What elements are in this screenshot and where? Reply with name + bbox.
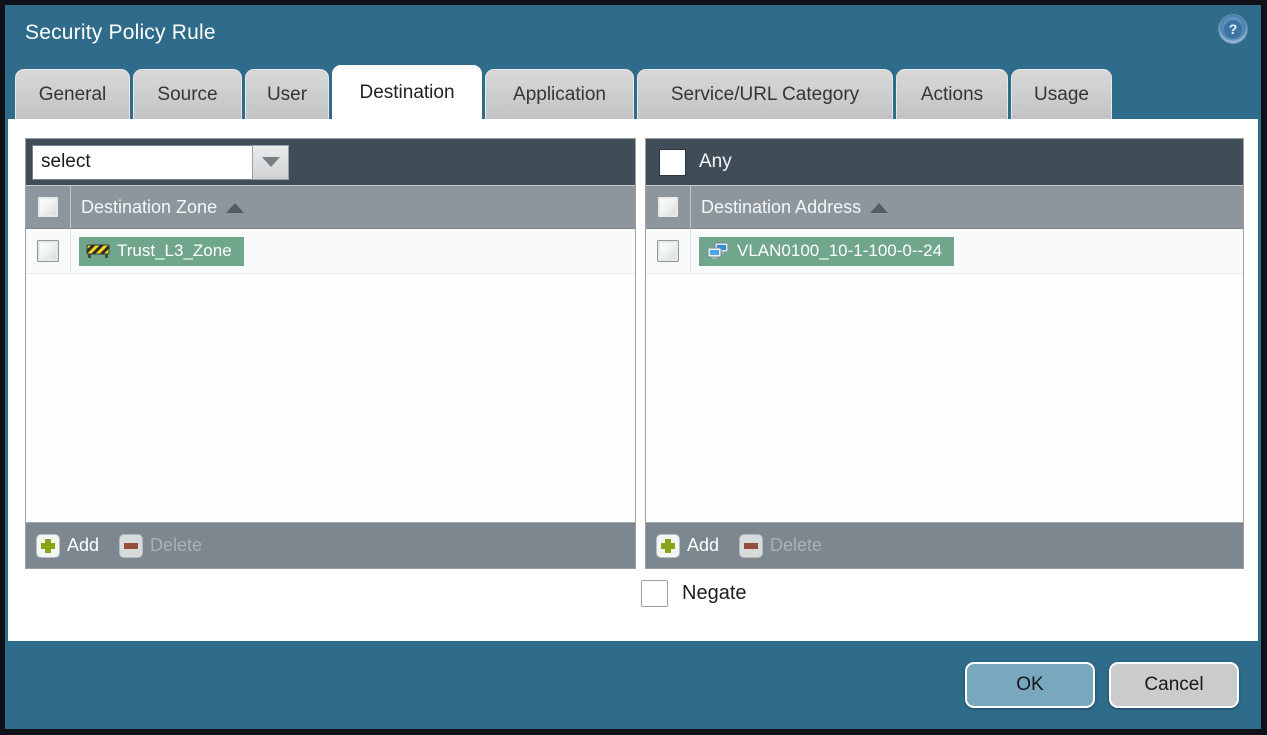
tab-source[interactable]: Source: [133, 69, 242, 119]
address-icon: [706, 242, 730, 260]
add-address-button[interactable]: Add: [656, 533, 719, 558]
zone-item-label: Trust_L3_Zone: [117, 240, 232, 260]
tab-general[interactable]: General: [15, 69, 130, 119]
table-row: VLAN0100_10-1-100-0--24: [646, 229, 1243, 274]
address-column-header: Destination Address: [646, 185, 1243, 229]
table-row: Trust_L3_Zone: [26, 229, 635, 274]
delete-address-button[interactable]: Delete: [739, 533, 822, 558]
destination-address-panel: Any Destination Address VLAN0100_10-1-10…: [645, 138, 1244, 569]
page-title: Security Policy Rule: [25, 21, 216, 44]
any-address-checkbox[interactable]: [659, 148, 686, 176]
help-icon[interactable]: ?: [1219, 15, 1247, 43]
zone-item-link[interactable]: Trust_L3_Zone: [79, 236, 244, 266]
zone-filter-dropdown-button[interactable]: [252, 144, 289, 180]
zone-filter-input[interactable]: [32, 144, 253, 180]
address-item-link[interactable]: VLAN0100_10-1-100-0--24: [699, 236, 955, 266]
zone-column-header: Destination Zone: [26, 185, 635, 229]
zone-list: Trust_L3_Zone: [26, 229, 635, 522]
minus-icon: [739, 533, 764, 558]
destination-zone-panel: Destination Zone: [25, 138, 636, 569]
cancel-button[interactable]: Cancel: [1109, 662, 1239, 708]
select-all-zones-checkbox[interactable]: [37, 196, 59, 218]
add-zone-button[interactable]: Add: [36, 533, 99, 558]
zone-toolbar: Add Delete: [26, 522, 635, 568]
address-list: VLAN0100_10-1-100-0--24: [646, 229, 1243, 522]
sort-ascending-icon[interactable]: [870, 203, 889, 213]
tab-actions[interactable]: Actions: [896, 69, 1008, 119]
zone-column-title: Destination Zone: [81, 196, 218, 217]
any-label: Any: [699, 151, 732, 172]
tab-destination[interactable]: Destination: [332, 65, 482, 119]
tab-application[interactable]: Application: [485, 69, 634, 119]
minus-icon: [119, 533, 144, 558]
negate-checkbox[interactable]: [641, 580, 668, 607]
destination-tab-content: Destination Zone: [8, 119, 1258, 641]
dialog-footer: OK Cancel: [5, 636, 1261, 729]
address-toolbar: Add Delete: [646, 522, 1243, 568]
plus-icon: [656, 533, 680, 558]
plus-icon: [36, 533, 60, 558]
delete-zone-button[interactable]: Delete: [119, 533, 202, 558]
tab-user[interactable]: User: [245, 69, 329, 119]
ok-button[interactable]: OK: [965, 662, 1095, 708]
zone-filter-combo: [32, 144, 289, 180]
tab-service-url-category[interactable]: Service/URL Category: [637, 69, 893, 119]
sort-ascending-icon[interactable]: [226, 203, 245, 213]
select-all-addresses-checkbox[interactable]: [657, 196, 679, 218]
negate-row: Negate: [641, 580, 747, 607]
chevron-down-icon: [261, 157, 280, 167]
security-policy-rule-dialog: Security Policy Rule ? General Source Us…: [5, 5, 1261, 729]
zone-panel-topbar: [26, 139, 635, 185]
negate-label: Negate: [682, 582, 747, 604]
zone-icon: [86, 242, 110, 259]
zone-row-checkbox[interactable]: [37, 240, 59, 262]
address-item-label: VLAN0100_10-1-100-0--24: [737, 240, 943, 260]
address-panel-topbar: Any: [646, 139, 1243, 185]
address-row-checkbox[interactable]: [657, 240, 679, 262]
tab-strip: General Source User Destination Applicat…: [15, 65, 1261, 119]
address-column-title: Destination Address: [701, 196, 862, 217]
tab-usage[interactable]: Usage: [1011, 69, 1112, 119]
dialog-titlebar: Security Policy Rule ?: [5, 5, 1261, 65]
